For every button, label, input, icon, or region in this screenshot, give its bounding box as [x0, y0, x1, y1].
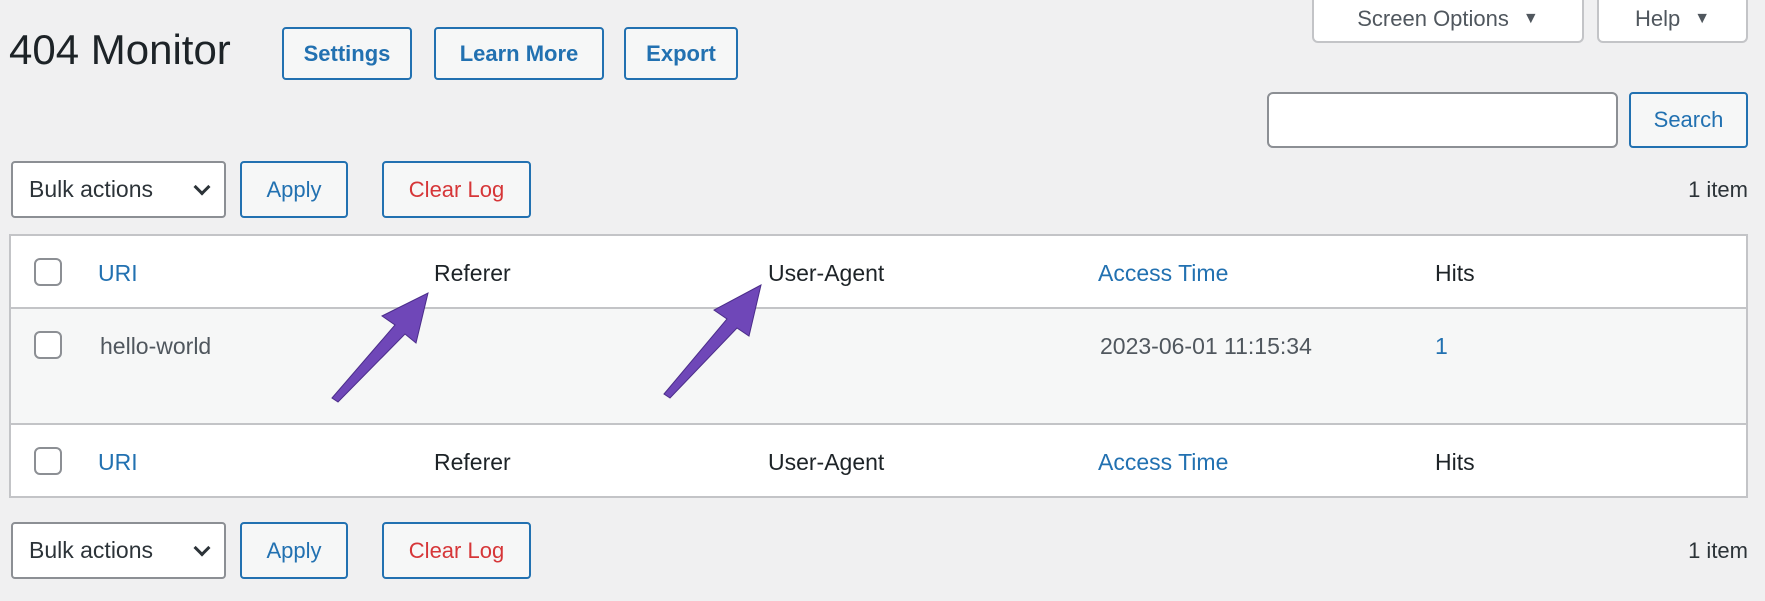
- arrow-icon: [663, 284, 762, 399]
- arrow-icon: [331, 292, 429, 403]
- annotation-arrows: [331, 284, 762, 403]
